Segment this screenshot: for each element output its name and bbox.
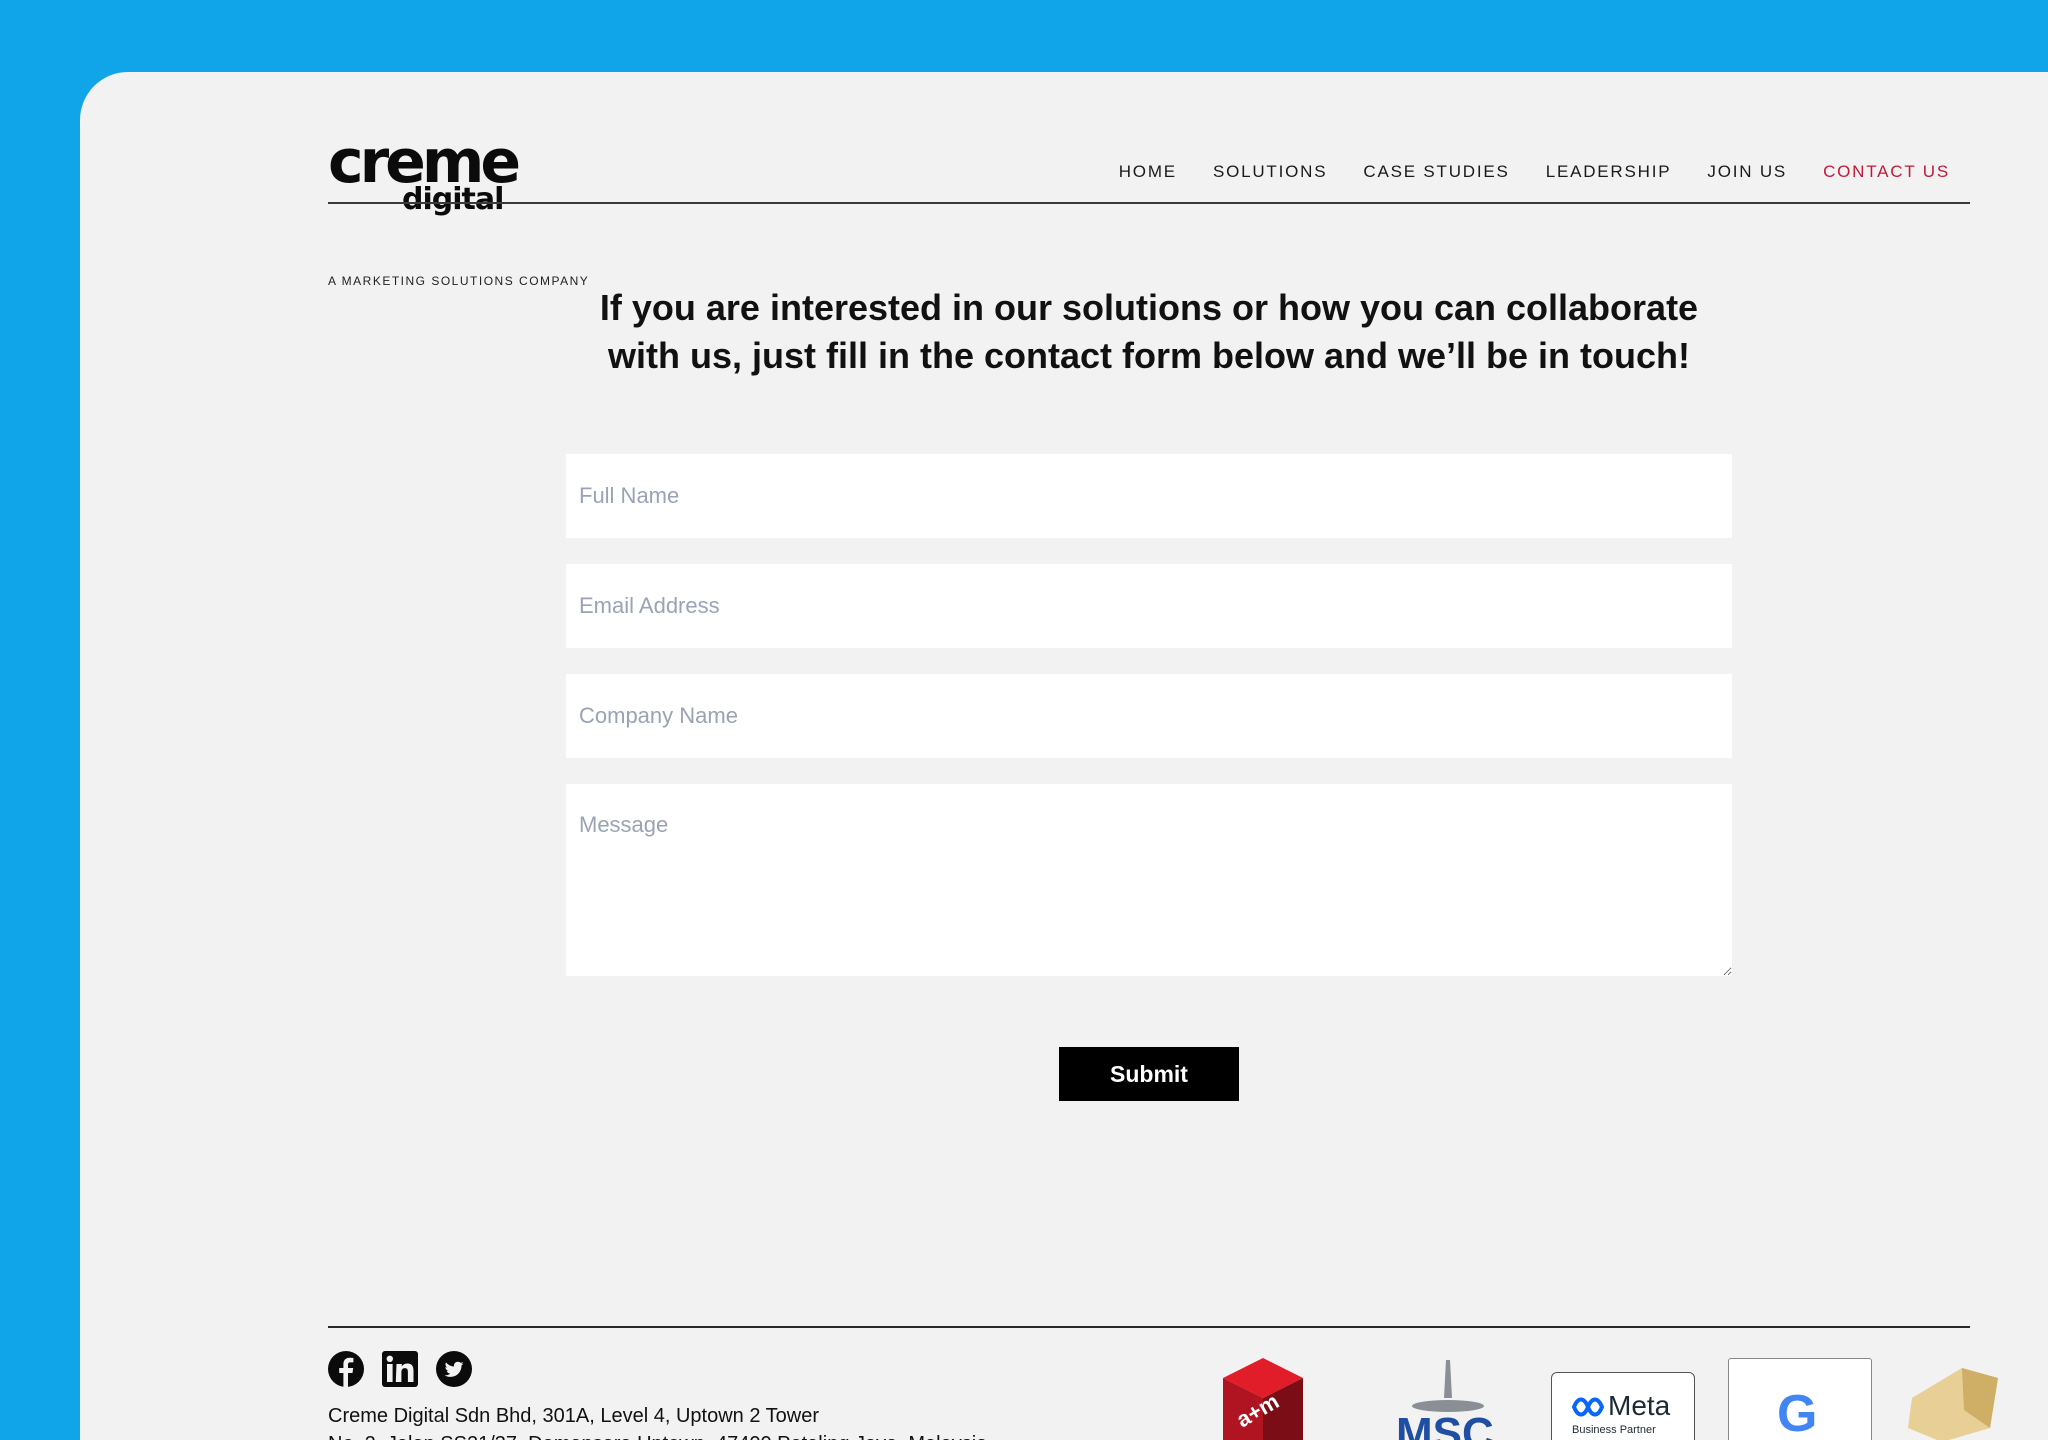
submit-button[interactable]: Submit bbox=[1059, 1047, 1239, 1101]
page-card: creme digital A MARKETING SOLUTIONS COMP… bbox=[80, 72, 2048, 1440]
nav-contact-us[interactable]: CONTACT US bbox=[1823, 162, 1950, 182]
msc-badge-icon: MSC bbox=[1396, 1360, 1494, 1440]
full-name-input[interactable] bbox=[566, 454, 1732, 538]
meta-partner-badge: Meta Business Partner bbox=[1551, 1372, 1695, 1440]
company-address: Creme Digital Sdn Bhd, 301A, Level 4, Up… bbox=[328, 1402, 987, 1440]
contact-form bbox=[566, 454, 1732, 1002]
footer-divider bbox=[328, 1326, 1970, 1328]
nav-case-studies[interactable]: CASE STUDIES bbox=[1363, 162, 1509, 182]
address-line-2: No. 2, Jalan SS21/37, Damansara Uptown, … bbox=[328, 1430, 987, 1440]
twitter-icon[interactable] bbox=[436, 1351, 472, 1387]
msc-badge-text: MSC bbox=[1396, 1409, 1494, 1440]
message-textarea[interactable] bbox=[566, 784, 1732, 976]
linkedin-icon[interactable] bbox=[382, 1351, 418, 1387]
header-divider bbox=[328, 202, 1970, 204]
headline-line-2: with us, just fill in the contact form b… bbox=[607, 335, 1691, 376]
company-name-input[interactable] bbox=[566, 674, 1732, 758]
google-partner-badge: G bbox=[1728, 1358, 1872, 1440]
atm-badge-icon: a+m bbox=[1223, 1358, 1303, 1440]
email-address-input[interactable] bbox=[566, 564, 1732, 648]
meta-badge-text: Meta bbox=[1608, 1390, 1671, 1421]
logo-sub: digital bbox=[402, 182, 504, 217]
award-badge-icon bbox=[1908, 1368, 1998, 1440]
facebook-icon[interactable] bbox=[328, 1351, 364, 1387]
partner-badges: a+m MSC Meta Business Partner G bbox=[1208, 1358, 1998, 1440]
nav-leadership[interactable]: LEADERSHIP bbox=[1546, 162, 1672, 182]
nav-solutions[interactable]: SOLUTIONS bbox=[1213, 162, 1327, 182]
google-badge-text: G bbox=[1777, 1385, 1817, 1440]
page-headline: If you are interested in our solutions o… bbox=[328, 284, 1970, 380]
meta-badge-sub: Business Partner bbox=[1572, 1424, 1656, 1436]
nav-home[interactable]: HOME bbox=[1119, 162, 1177, 182]
headline-line-1: If you are interested in our solutions o… bbox=[599, 287, 1699, 328]
nav-join-us[interactable]: JOIN US bbox=[1707, 162, 1787, 182]
social-links bbox=[328, 1351, 472, 1387]
address-line-1: Creme Digital Sdn Bhd, 301A, Level 4, Up… bbox=[328, 1405, 820, 1427]
main-nav: HOME SOLUTIONS CASE STUDIES LEADERSHIP J… bbox=[1119, 162, 1950, 182]
